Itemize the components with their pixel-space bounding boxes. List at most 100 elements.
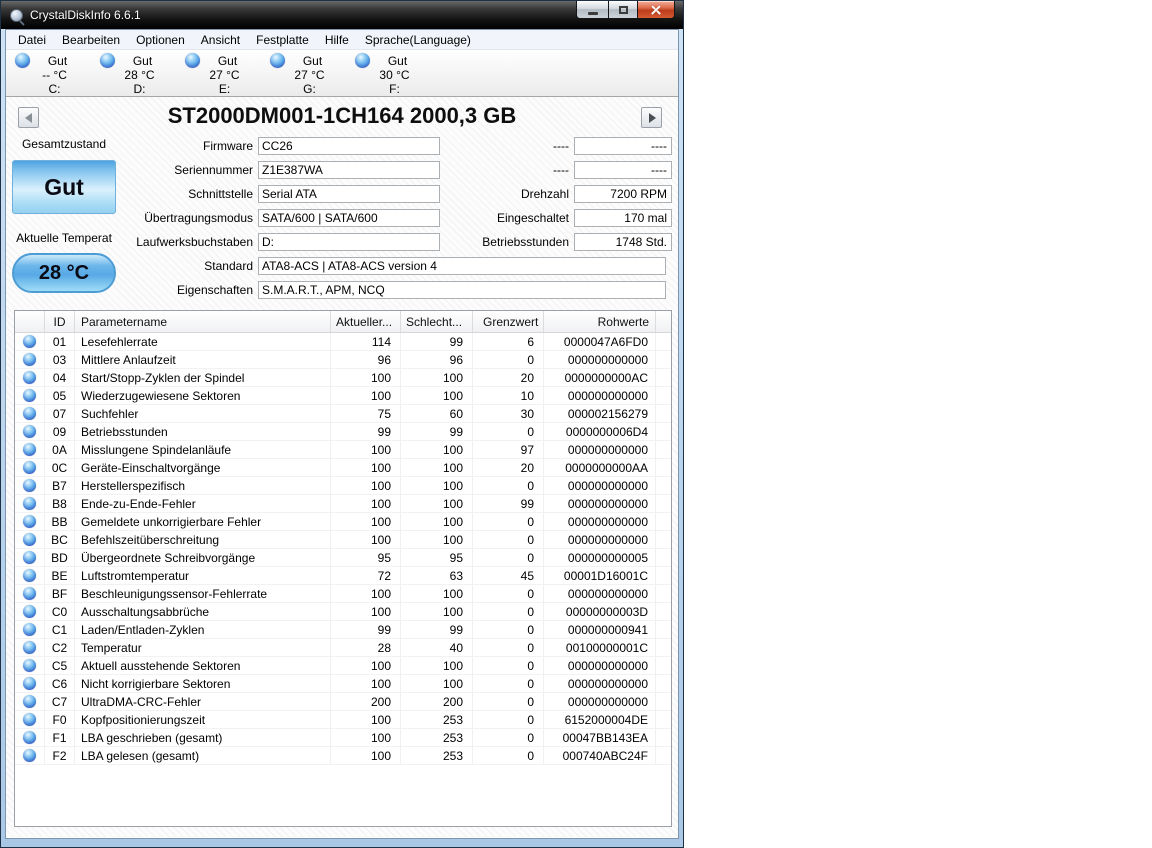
- field-value[interactable]: ----: [574, 137, 672, 155]
- header-current-value[interactable]: Aktueller...: [331, 311, 401, 332]
- field-label: Drehzahl: [520, 187, 569, 201]
- field-value[interactable]: SATA/600 | SATA/600: [258, 209, 440, 227]
- attribute-threshold: 0: [473, 477, 544, 494]
- menu-item[interactable]: Datei: [10, 31, 54, 49]
- attribute-raw-value: 000000000000: [544, 477, 656, 494]
- header-worst-value[interactable]: Schlecht...: [401, 311, 473, 332]
- attribute-current: 95: [331, 549, 401, 566]
- header-status-icon-column[interactable]: [15, 311, 45, 332]
- attribute-id: F2: [45, 747, 75, 764]
- smart-attribute-row[interactable]: 05 Wiederzugewiesene Sektoren 100 100 10…: [15, 387, 671, 405]
- field-value[interactable]: D:: [258, 233, 440, 251]
- smart-attribute-row[interactable]: BC Befehlszeitüberschreitung 100 100 0 0…: [15, 531, 671, 549]
- attribute-raw-value: 000000000000: [544, 585, 656, 602]
- smart-attribute-row[interactable]: C7 UltraDMA-CRC-Fehler 200 200 0 0000000…: [15, 693, 671, 711]
- field-value[interactable]: CC26: [258, 137, 440, 155]
- attribute-worst: 253: [401, 729, 473, 746]
- smart-attribute-row[interactable]: F1 LBA geschrieben (gesamt) 100 253 0 00…: [15, 729, 671, 747]
- smart-table-body: 01 Lesefehlerrate 114 99 6 0000047A6FD0 …: [15, 333, 671, 765]
- attribute-current: 100: [331, 477, 401, 494]
- smart-attribute-row[interactable]: C1 Laden/Entladen-Zyklen 99 99 0 0000000…: [15, 621, 671, 639]
- attribute-name: LBA gelesen (gesamt): [75, 747, 331, 764]
- menu-item[interactable]: Festplatte: [248, 31, 317, 49]
- disk-tab[interactable]: Gut 30 °C F:: [352, 53, 437, 96]
- field-value[interactable]: ----: [574, 161, 672, 179]
- attribute-threshold: 0: [473, 549, 544, 566]
- disk-health-status: Gut: [302, 53, 323, 68]
- drive-info-fields-left: Firmware CC26 Seriennummer Z1E387WA Schn…: [6, 137, 440, 257]
- disk-tab[interactable]: Gut 27 °C E:: [182, 53, 267, 96]
- smart-attribute-row[interactable]: BD Übergeordnete Schreibvorgänge 95 95 0…: [15, 549, 671, 567]
- smart-attribute-row[interactable]: C5 Aktuell ausstehende Sektoren 100 100 …: [15, 657, 671, 675]
- header-threshold[interactable]: Grenzwert: [473, 311, 544, 332]
- smart-attribute-row[interactable]: 09 Betriebsstunden 99 99 0 0000000006D4: [15, 423, 671, 441]
- disk-tab[interactable]: Gut 27 °C G:: [267, 53, 352, 96]
- smart-attribute-row[interactable]: 0A Misslungene Spindelanläufe 100 100 97…: [15, 441, 671, 459]
- attribute-current: 100: [331, 729, 401, 746]
- smart-attribute-row[interactable]: B7 Herstellerspezifisch 100 100 0 000000…: [15, 477, 671, 495]
- menu-item[interactable]: Bearbeiten: [54, 31, 128, 49]
- disk-status-orb-icon: [355, 53, 370, 68]
- smart-attribute-row[interactable]: BE Luftstromtemperatur 72 63 45 00001D16…: [15, 567, 671, 585]
- close-button[interactable]: [637, 1, 675, 19]
- field-value[interactable]: S.M.A.R.T., APM, NCQ: [258, 281, 666, 299]
- header-parameter-name[interactable]: Parametername: [75, 311, 331, 332]
- attribute-status-orb-icon: [23, 641, 36, 654]
- attribute-name: Lesefehlerrate: [75, 333, 331, 350]
- attribute-worst: 253: [401, 711, 473, 728]
- smart-attribute-row[interactable]: B8 Ende-zu-Ende-Fehler 100 100 99 000000…: [15, 495, 671, 513]
- attribute-threshold: 0: [473, 513, 544, 530]
- attribute-worst: 100: [401, 603, 473, 620]
- smart-attribute-row[interactable]: C0 Ausschaltungsabbrüche 100 100 0 00000…: [15, 603, 671, 621]
- field-value[interactable]: 170 mal: [574, 209, 672, 227]
- smart-attribute-row[interactable]: C6 Nicht korrigierbare Sektoren 100 100 …: [15, 675, 671, 693]
- attribute-worst: 99: [401, 333, 473, 350]
- smart-attribute-row[interactable]: 07 Suchfehler 75 60 30 000002156279: [15, 405, 671, 423]
- attribute-threshold: 0: [473, 693, 544, 710]
- menu-item[interactable]: Hilfe: [317, 31, 357, 49]
- header-filler: [656, 311, 671, 332]
- attribute-raw-value: 00001D16001C: [544, 567, 656, 584]
- window-title: CrystalDiskInfo 6.6.1: [30, 8, 141, 22]
- attribute-id: 09: [45, 423, 75, 440]
- smart-attribute-row[interactable]: 01 Lesefehlerrate 114 99 6 0000047A6FD0: [15, 333, 671, 351]
- previous-drive-button[interactable]: [18, 107, 39, 128]
- attribute-threshold: 0: [473, 675, 544, 692]
- attribute-worst: 100: [401, 585, 473, 602]
- field-value[interactable]: Serial ATA: [258, 185, 440, 203]
- header-raw-values[interactable]: Rohwerte: [544, 311, 656, 332]
- attribute-id: BC: [45, 531, 75, 548]
- smart-attribute-row[interactable]: 0C Geräte-Einschaltvorgänge 100 100 20 0…: [15, 459, 671, 477]
- field-value[interactable]: 7200 RPM: [574, 185, 672, 203]
- menu-item[interactable]: Optionen: [128, 31, 193, 49]
- attribute-current: 28: [331, 639, 401, 656]
- field-value[interactable]: ATA8-ACS | ATA8-ACS version 4: [258, 257, 666, 275]
- attribute-name: Nicht korrigierbare Sektoren: [75, 675, 331, 692]
- attribute-status-orb-icon: [23, 551, 36, 564]
- minimize-button[interactable]: [576, 1, 609, 19]
- attribute-raw-value: 6152000004DE: [544, 711, 656, 728]
- field-label: Schnittstelle: [188, 187, 253, 201]
- smart-attribute-row[interactable]: 04 Start/Stopp-Zyklen der Spindel 100 10…: [15, 369, 671, 387]
- attribute-threshold: 6: [473, 333, 544, 350]
- attribute-threshold: 0: [473, 639, 544, 656]
- smart-attribute-row[interactable]: BF Beschleunigungssensor-Fehlerrate 100 …: [15, 585, 671, 603]
- field-row: Eingeschaltet 170 mal: [430, 209, 672, 233]
- maximize-button[interactable]: [609, 1, 637, 19]
- attribute-id: F1: [45, 729, 75, 746]
- smart-attribute-row[interactable]: C2 Temperatur 28 40 0 00100000001C: [15, 639, 671, 657]
- next-drive-button[interactable]: [641, 107, 662, 128]
- smart-attribute-row[interactable]: F0 Kopfpositionierungszeit 100 253 0 615…: [15, 711, 671, 729]
- smart-attribute-row[interactable]: 03 Mittlere Anlaufzeit 96 96 0 000000000…: [15, 351, 671, 369]
- header-id[interactable]: ID: [45, 311, 75, 332]
- smart-attribute-row[interactable]: F2 LBA gelesen (gesamt) 100 253 0 000740…: [15, 747, 671, 765]
- menu-item[interactable]: Ansicht: [193, 31, 248, 49]
- field-value[interactable]: 1748 Std.: [574, 233, 672, 251]
- menu-item[interactable]: Sprache(Language): [357, 31, 479, 49]
- smart-attribute-row[interactable]: BB Gemeldete unkorrigierbare Fehler 100 …: [15, 513, 671, 531]
- attribute-worst: 100: [401, 369, 473, 386]
- field-value[interactable]: Z1E387WA: [258, 161, 440, 179]
- attribute-threshold: 20: [473, 459, 544, 476]
- disk-tab[interactable]: Gut -- °C C:: [12, 53, 97, 96]
- disk-tab[interactable]: Gut 28 °C D:: [97, 53, 182, 96]
